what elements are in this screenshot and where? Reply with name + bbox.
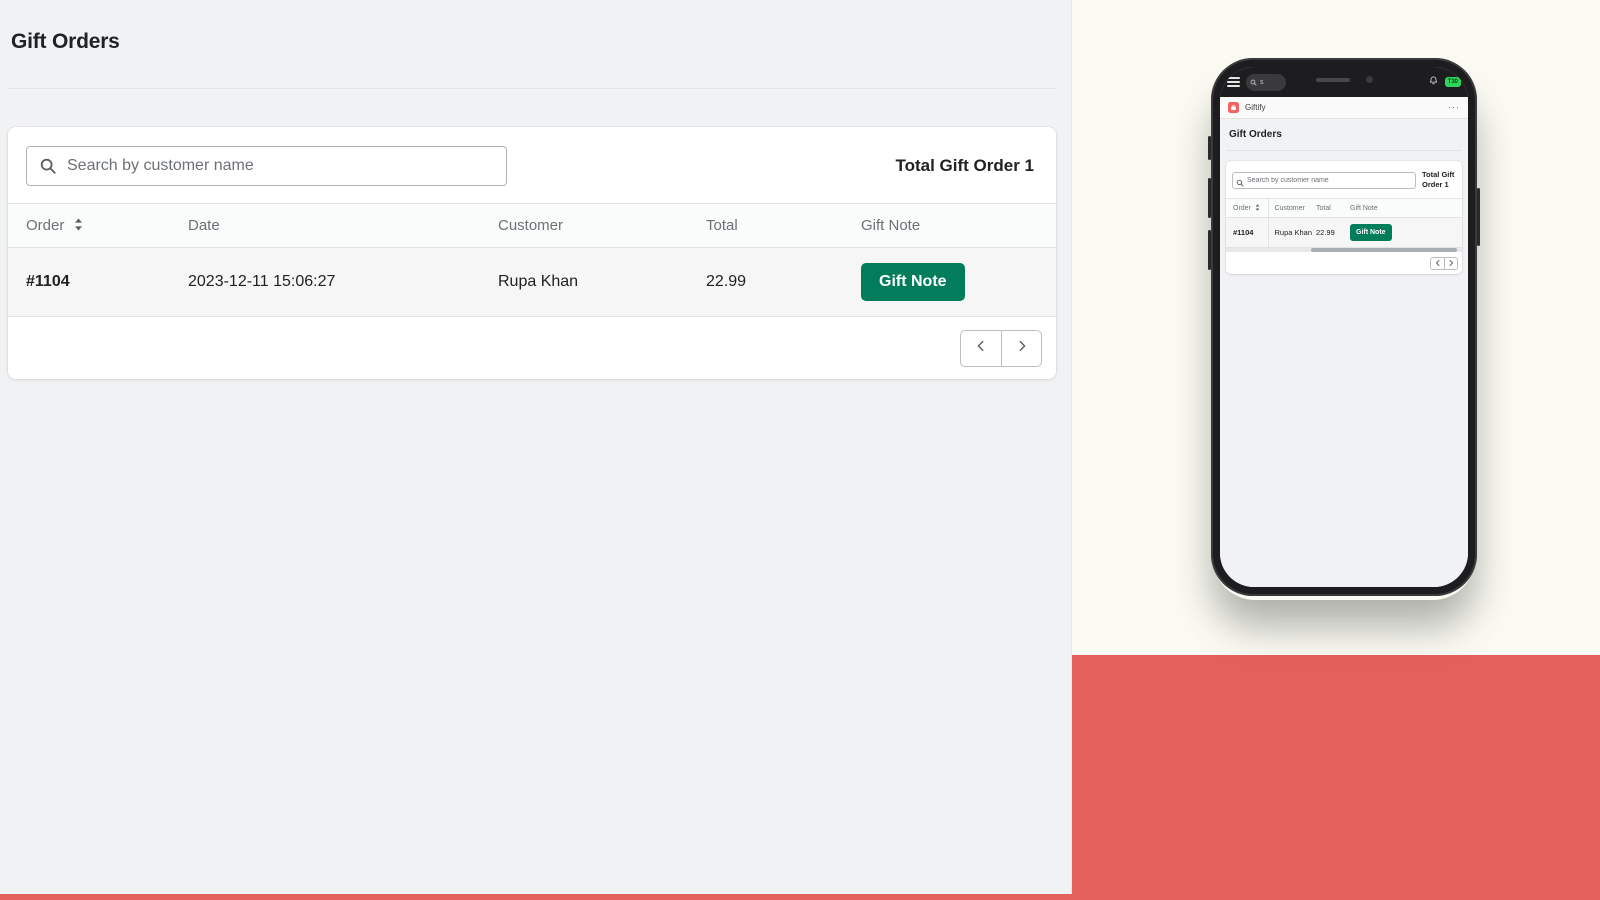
cell-order-number: #1104 — [8, 247, 188, 317]
chevron-right-icon — [1015, 339, 1029, 358]
pagination-previous-button[interactable] — [960, 329, 1001, 367]
screenshot-root: Gift Orders Total Gift Order 1 Order — [0, 0, 1600, 900]
mobile-total-gift-order-count: Total Gift Order 1 — [1422, 170, 1455, 190]
mobile-body: Gift Orders Tot — [1220, 119, 1468, 587]
mobile-column-header-gift-note[interactable]: Gift Note — [1350, 198, 1462, 219]
table-header-row: Order Date Customer Total Gift Note — [8, 203, 1056, 248]
phone-screen: s T30 Giftify ··· Gift Orders Search by … — [1220, 67, 1468, 587]
column-header-order[interactable]: Order — [8, 203, 188, 248]
mobile-search-input[interactable] — [1232, 172, 1416, 189]
page-title: Gift Orders — [11, 30, 120, 53]
column-header-date[interactable]: Date — [188, 203, 498, 248]
table-header: Order Date Customer Total Gift Note — [8, 203, 1056, 248]
cell-gift-note: Gift Note — [861, 247, 1056, 317]
table-body: #1104 2023-12-11 15:06:27 Rupa Khan 22.9… — [8, 247, 1056, 317]
table-row[interactable]: #1104 2023-12-11 15:06:27 Rupa Khan 22.9… — [8, 247, 1056, 317]
mobile-column-header-customer[interactable]: Customer — [1267, 198, 1316, 219]
bottom-red-strip — [0, 894, 1600, 900]
hamburger-menu-icon[interactable] — [1227, 74, 1240, 89]
table-row[interactable]: #1104 Rupa Khan 22.99 Gift Note — [1226, 217, 1462, 249]
mobile-card-toolbar: Total Gift Order 1 — [1226, 161, 1462, 198]
mobile-gift-orders-table: Order Customer Total Gift Note #1104 Rup… — [1226, 198, 1462, 249]
mobile-browser-bar: s T30 — [1220, 67, 1468, 97]
browser-url-text: s — [1260, 78, 1264, 86]
search-input[interactable] — [26, 146, 507, 186]
mobile-table-header-row: Order Customer Total Gift Note — [1226, 198, 1462, 219]
cell-order-date: 2023-12-11 15:06:27 — [188, 247, 498, 317]
cell-customer-name: Rupa Khan — [498, 247, 706, 317]
total-gift-order-count: Total Gift Order 1 — [895, 156, 1034, 175]
red-accent-panel — [1071, 655, 1600, 900]
mobile-cell-order-total: 22.99 — [1316, 217, 1350, 249]
mobile-scrollbar-thumb[interactable] — [1310, 248, 1458, 253]
phone-power-button — [1477, 188, 1480, 246]
chevron-right-icon — [1447, 254, 1455, 272]
phone-front-camera — [1365, 76, 1373, 83]
pagination-next-button[interactable] — [1001, 329, 1042, 367]
gift-note-button[interactable]: Gift Note — [861, 263, 965, 301]
mobile-cell-customer-name: Rupa Khan — [1267, 217, 1316, 249]
phone-earpiece-speaker — [1315, 77, 1350, 82]
phone-volume-down-button — [1208, 230, 1211, 270]
mobile-pagination-previous-button[interactable] — [1430, 254, 1444, 272]
mobile-app-name: Giftify — [1245, 103, 1266, 112]
mobile-card-footer — [1226, 252, 1462, 275]
pagination — [960, 329, 1042, 367]
mobile-column-header-total[interactable]: Total — [1316, 198, 1350, 219]
mobile-table-horizontal-scrollbar[interactable] — [1226, 248, 1462, 253]
mobile-table-header: Order Customer Total Gift Note — [1226, 198, 1462, 219]
mobile-app-header: Giftify ··· — [1220, 97, 1468, 119]
phone-volume-up-button — [1208, 178, 1211, 218]
column-header-customer[interactable]: Customer — [498, 203, 706, 248]
cell-order-total: 22.99 — [706, 247, 861, 317]
search-field-wrapper — [26, 146, 507, 186]
phone-silent-switch — [1208, 136, 1211, 160]
column-header-gift-note[interactable]: Gift Note — [861, 203, 1056, 248]
giftify-app-icon — [1228, 102, 1239, 113]
phone-mockup: s T30 Giftify ··· Gift Orders Search by … — [1208, 58, 1480, 596]
phone-notch — [1292, 67, 1396, 93]
mobile-orders-card: Total Gift Order 1 Order — [1226, 161, 1462, 275]
mobile-cell-gift-note: Gift Note — [1350, 217, 1462, 249]
chevron-left-icon — [1434, 254, 1442, 272]
sort-ascending-descending-icon[interactable] — [74, 218, 83, 231]
search-icon — [1250, 79, 1257, 86]
mobile-page-title: Gift Orders — [1229, 129, 1282, 140]
search-icon — [1236, 174, 1244, 186]
sort-ascending-descending-icon[interactable] — [1255, 204, 1260, 211]
column-label-order: Order — [26, 217, 65, 234]
notification-bell-icon[interactable] — [1428, 73, 1439, 91]
mobile-header-divider — [1226, 150, 1462, 151]
browser-tab-count-badge[interactable]: T30 — [1444, 77, 1461, 87]
orders-card: Total Gift Order 1 Order Date — [8, 127, 1056, 379]
mobile-gift-note-button[interactable]: Gift Note — [1350, 224, 1392, 242]
card-toolbar: Total Gift Order 1 — [8, 127, 1056, 203]
mobile-overflow-menu-icon[interactable]: ··· — [1448, 103, 1460, 112]
mobile-search-field-wrapper — [1232, 169, 1416, 189]
header-divider — [8, 88, 1056, 89]
mobile-column-label-order: Order — [1233, 205, 1251, 213]
mobile-table-body: #1104 Rupa Khan 22.99 Gift Note — [1226, 217, 1462, 249]
column-header-total[interactable]: Total — [706, 203, 861, 248]
mobile-pagination-next-button[interactable] — [1444, 254, 1458, 272]
card-footer — [8, 317, 1056, 379]
gift-orders-table: Order Date Customer Total Gift Note #110… — [8, 203, 1056, 317]
chevron-left-icon — [974, 339, 988, 358]
browser-url-bar[interactable]: s — [1246, 73, 1286, 91]
mobile-cell-order-number: #1104 — [1226, 217, 1268, 249]
mobile-column-header-order[interactable]: Order — [1226, 198, 1268, 219]
